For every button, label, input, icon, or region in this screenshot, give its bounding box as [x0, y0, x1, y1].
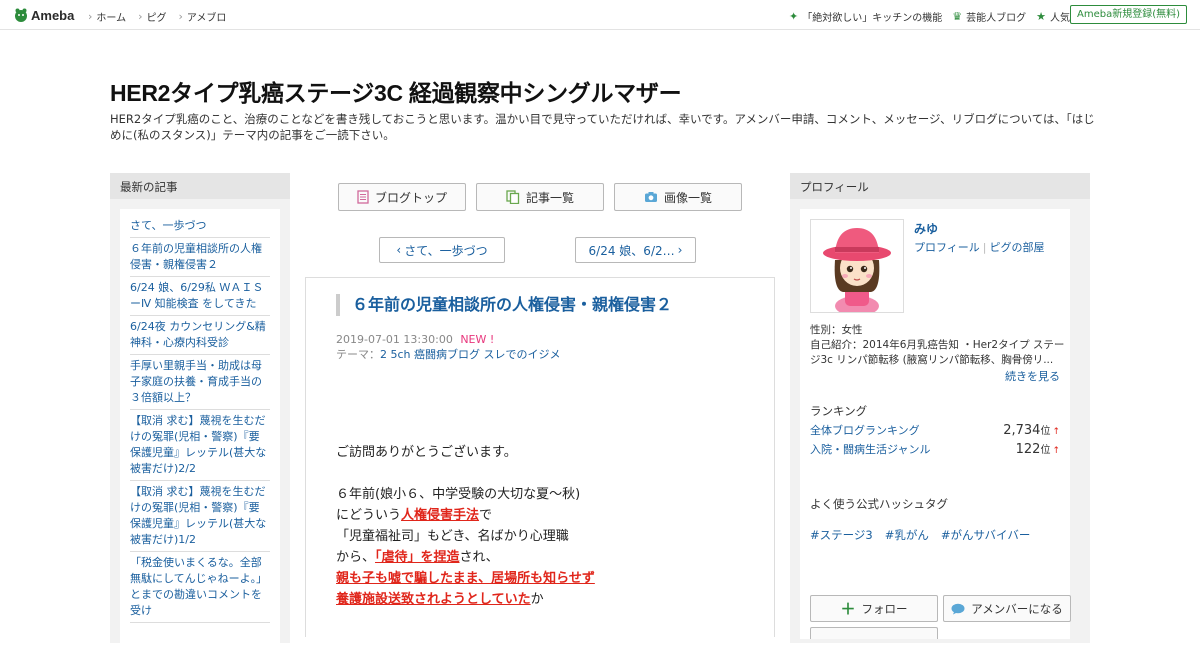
chevron-right-icon: ›: [677, 243, 683, 257]
sparkle-icon: ✦: [789, 10, 799, 23]
ranking-label[interactable]: 全体ブログランキング: [810, 422, 920, 438]
recent-article-item[interactable]: 【取消 求む】蔑視を生むだけの冤罪(児相・警察)『要保護児童』レッテル(甚大な被…: [130, 481, 270, 552]
hashtag-heading: よく使う公式ハッシュタグ: [810, 497, 948, 511]
recent-articles-heading: 最新の記事: [110, 173, 290, 199]
recent-article-item[interactable]: さて、一歩づつ: [130, 215, 270, 238]
signup-button[interactable]: Ameba新規登録(無料): [1069, 5, 1187, 24]
kitchen-link[interactable]: ✦ 「絶対欲しい」キッチンの機能: [789, 9, 942, 24]
ameba-mascot-icon: [15, 8, 27, 22]
highlight-text: 親も子も嘘で騙したまま、居場所も知らせず: [336, 571, 595, 586]
body-line: 「児童福祉司」もどき、名ばかり心理職: [336, 529, 569, 544]
body-line: 養護施設送致されようとしていたか: [336, 592, 544, 607]
blog-top-label: ブログトップ: [374, 190, 447, 205]
prev-article-button[interactable]: ‹ さて、一歩づつ: [379, 237, 505, 263]
celebrity-blog-label: 芸能人ブログ: [966, 13, 1027, 24]
profile-gender: 性別：女性: [810, 324, 863, 336]
profile-sidebar: プロフィール みゆ プロフィール | ピグの部屋 性別：女性 自己紹介：2014…: [790, 173, 1090, 643]
kitchen-link-label: 「絶対欲しい」キッチンの機能: [802, 13, 943, 24]
profile-name[interactable]: みゆ: [914, 220, 938, 237]
article: ６年前の児童相談所の人権侵害・親権侵害２ 2019-07-01 13:30:00…: [305, 277, 775, 637]
recent-articles-list: さて、一歩づつ ６年前の児童相談所の人権侵害・親権侵害２ 6/24 娘、6/29…: [120, 209, 280, 649]
ranking-label[interactable]: 入院・闘病生活ジャンル: [810, 441, 930, 457]
profile-links: プロフィール | ピグの部屋: [914, 241, 1045, 254]
hashtag-link[interactable]: #ステージ3: [810, 527, 873, 543]
top-bar: Ameba ホーム ピグ アメブロ ✦ 「絶対欲しい」キッチンの機能 ♛ 芸能人…: [0, 0, 1200, 30]
copy-icon: [506, 190, 520, 204]
read-more-link[interactable]: 続きを見る: [1005, 368, 1060, 384]
nav-home[interactable]: ホーム: [88, 9, 126, 24]
logo-text: Ameba: [31, 7, 75, 23]
body-line: から、「虐待」を捏造され、: [336, 550, 499, 565]
image-list-button[interactable]: 画像一覧: [614, 183, 742, 211]
top-right-links: ✦ 「絶対欲しい」キッチンの機能 ♛ 芸能人ブログ ★ 人気ブログ: [789, 9, 1100, 24]
up-arrow-icon: ↑: [1052, 427, 1060, 437]
prev-article-label: さて、一歩づつ: [404, 243, 488, 258]
profile-intro: 自己紹介：2014年6月乳癌告知 ・Her2タイプ ステージ3c リンパ節転移 …: [810, 339, 1065, 366]
recent-article-item[interactable]: 6/24夜 カウンセリング&精神科・心療内科受診: [130, 316, 270, 355]
star-icon: ★: [1036, 10, 1046, 23]
hashtag-link[interactable]: #乳がん: [885, 527, 929, 543]
ranking-row: 入院・闘病生活ジャンル 122位 ↑: [810, 441, 1060, 457]
image-list-label: 画像一覧: [663, 190, 712, 205]
amember-button[interactable]: アメンバーになる: [943, 595, 1071, 622]
profile-actions: ＋ フォロー アメンバーになる: [810, 595, 1071, 622]
profile-box: みゆ プロフィール | ピグの部屋 性別：女性 自己紹介：2014年6月乳癌告知 ・…: [800, 209, 1072, 639]
hashtag-link[interactable]: #がんサバイバー: [941, 527, 1030, 543]
ameba-logo[interactable]: Ameba: [13, 7, 74, 23]
new-badge: NEW !: [460, 333, 495, 346]
nav-pigg[interactable]: ピグ: [138, 9, 167, 24]
follow-button[interactable]: ＋ フォロー: [810, 595, 938, 622]
article-meta: 2019-07-01 13:30:00 NEW ! テーマ：2 5ch 癌闘病ブ…: [336, 332, 561, 362]
avatar-image: [811, 220, 903, 316]
top-nav: ホーム ピグ アメブロ: [88, 9, 226, 24]
highlight-text: 「虐待」を捏造: [375, 550, 460, 565]
next-article-button[interactable]: 6/24 娘、6/2… ›: [575, 237, 696, 263]
profile-heading: プロフィール: [790, 173, 1090, 199]
theme-label: テーマ：: [336, 348, 380, 361]
message-button[interactable]: [810, 627, 938, 639]
nav-ameblo[interactable]: アメブロ: [179, 9, 227, 24]
blog-nav-buttons: ブログトップ 記事一覧 画像一覧: [338, 183, 742, 211]
recent-article-item[interactable]: 手厚い里親手当・助成は母子家庭の扶養・育成手当の３倍額以上？: [130, 355, 270, 410]
ranking-value: 2,734位 ↑: [1003, 423, 1060, 438]
plus-icon: ＋: [840, 600, 856, 618]
profile-link[interactable]: プロフィール: [914, 241, 980, 254]
ranking-row: 全体ブログランキング 2,734位 ↑: [810, 422, 1060, 438]
article-list-button[interactable]: 記事一覧: [476, 183, 604, 211]
celebrity-blog-link[interactable]: ♛ 芸能人ブログ: [952, 9, 1026, 24]
ranking-value: 122位 ↑: [1015, 442, 1060, 457]
article-theme-link[interactable]: 2 5ch 癌闘病ブログ スレでのイジメ: [380, 348, 561, 361]
next-article-label: 6/24 娘、6/2…: [588, 243, 675, 258]
article-body: ご訪問ありがとうございます。 ６年前(娘小６、中学受験の大切な夏～秋) にどうい…: [336, 442, 746, 610]
recent-article-item[interactable]: 「税金使いまくるな。全部無駄にしてんじゃねーよ。」とまでの勘違いコメントを受け: [130, 552, 270, 623]
blog-description: HER2タイプ乳癌のこと、治療のことなどを書き残しておこうと思います。温かい目で…: [110, 112, 1095, 142]
amember-label: アメンバーになる: [971, 601, 1063, 616]
blog-title[interactable]: HER2タイプ乳癌ステージ3C 経過観察中シングルマザー: [110, 74, 682, 108]
body-line: ６年前(娘小６、中学受験の大切な夏～秋): [336, 487, 581, 502]
crown-icon: ♛: [952, 10, 963, 23]
body-greeting: ご訪問ありがとうございます。: [336, 445, 517, 460]
pigg-room-link[interactable]: ピグの部屋: [990, 241, 1045, 254]
blog-top-button[interactable]: ブログトップ: [338, 183, 466, 211]
document-icon: [357, 190, 369, 204]
follow-label: フォロー: [861, 601, 908, 616]
ranking-heading: ランキング: [810, 404, 868, 418]
highlight-text: 養護施設送致されようとしていた: [336, 592, 531, 607]
article-list-label: 記事一覧: [525, 190, 574, 205]
camera-icon: [644, 192, 657, 202]
body-line: にどういう人権侵害手法で: [336, 508, 493, 523]
highlight-text: 人権侵害手法: [401, 508, 480, 523]
speech-bubble-icon: [951, 603, 965, 614]
avatar[interactable]: [810, 219, 904, 316]
profile-info: 性別：女性 自己紹介：2014年6月乳癌告知 ・Her2タイプ ステージ3c リ…: [810, 323, 1072, 368]
article-title[interactable]: ６年前の児童相談所の人権侵害・親権侵害２: [336, 294, 746, 316]
article-date: 2019-07-01 13:30:00: [336, 333, 453, 346]
up-arrow-icon: ↑: [1052, 446, 1060, 456]
hashtag-list: #ステージ3 #乳がん #がんサバイバー: [810, 527, 1030, 543]
recent-article-item[interactable]: 【取消 求む】蔑視を生むだけの冤罪(児相・警察)『要保護児童』レッテル(甚大な被…: [130, 410, 270, 481]
recent-articles-sidebar: 最新の記事 さて、一歩づつ ６年前の児童相談所の人権侵害・親権侵害２ 6/24 …: [110, 173, 290, 649]
chevron-left-icon: ‹: [396, 243, 402, 257]
recent-article-item[interactable]: ６年前の児童相談所の人権侵害・親権侵害２: [130, 238, 270, 277]
recent-article-item[interactable]: 6/24 娘、6/29私 ＷＡＩＳーⅣ 知能検査 をしてきた: [130, 277, 270, 316]
